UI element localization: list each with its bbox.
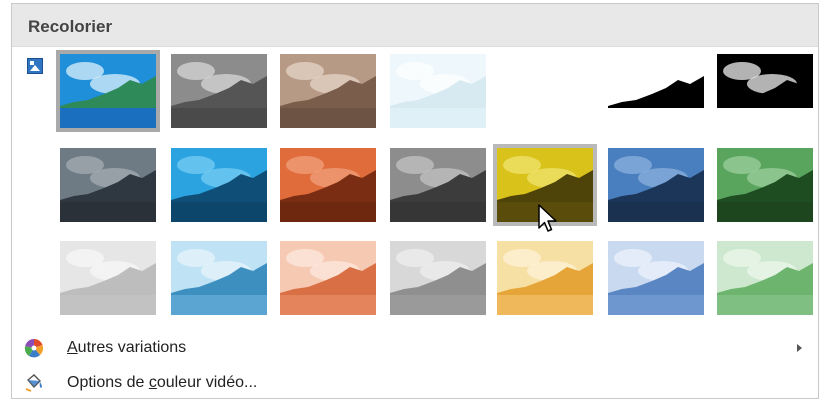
recolor-swatch-light-gray-2[interactable] — [390, 241, 486, 315]
recolor-swatch-light-green[interactable] — [717, 241, 813, 315]
recolor-swatch-dark-steel-blue[interactable] — [608, 148, 704, 222]
recolor-swatch-light-blue[interactable] — [171, 241, 267, 315]
swatch-landscape — [608, 263, 704, 315]
swatch-landscape — [497, 76, 593, 128]
recolor-swatch-black-white-75[interactable] — [717, 54, 813, 128]
recolor-swatch-light-steel-blue[interactable] — [608, 241, 704, 315]
recolor-swatch-dark-gray[interactable] — [60, 148, 156, 222]
recolor-swatch-black-white-25[interactable] — [497, 54, 593, 128]
recolor-swatch-washout[interactable] — [390, 54, 486, 128]
swatch-landscape — [171, 76, 267, 128]
swatch-landscape — [60, 263, 156, 315]
swatch-landscape — [171, 170, 267, 222]
recolor-swatch-light-gold[interactable] — [497, 241, 593, 315]
paint-bucket-icon — [24, 373, 44, 393]
recolor-swatch-no-recolor[interactable] — [56, 50, 160, 132]
recolor-swatch-dark-orange[interactable] — [280, 148, 376, 222]
video-color-options-label: Options de couleur vidéo... — [67, 374, 258, 391]
mouse-cursor-icon — [538, 204, 557, 232]
swatch-landscape — [390, 170, 486, 222]
swatch-landscape — [608, 76, 704, 128]
recolor-title: Recolorier — [28, 17, 113, 36]
recolor-swatch-light-orange[interactable] — [280, 241, 376, 315]
swatch-landscape — [280, 76, 376, 128]
recolor-gallery-panel: Recolorier Autres variations Options de … — [11, 3, 819, 399]
recolor-swatch-black-white-50[interactable] — [608, 54, 704, 128]
swatch-landscape — [280, 263, 376, 315]
recolor-swatch-dark-green[interactable] — [717, 148, 813, 222]
palette-icon — [24, 338, 44, 358]
swatch-landscape — [171, 263, 267, 315]
swatch-landscape — [390, 263, 486, 315]
picture-icon — [27, 58, 43, 74]
recolor-swatch-dark-gray-2[interactable] — [390, 148, 486, 222]
swatch-landscape — [60, 170, 156, 222]
recolor-swatch-light-gray[interactable] — [60, 241, 156, 315]
swatch-landscape — [390, 76, 486, 128]
more-variations-menu-item[interactable]: Autres variations — [12, 334, 818, 362]
submenu-arrow-icon — [797, 344, 802, 352]
swatch-landscape — [717, 263, 813, 315]
swatch-landscape — [497, 263, 593, 315]
recolor-swatch-sepia[interactable] — [280, 54, 376, 128]
swatch-landscape — [60, 76, 156, 128]
more-variations-label: Autres variations — [67, 339, 187, 356]
swatch-landscape — [280, 170, 376, 222]
recolor-swatch-grayscale[interactable] — [171, 54, 267, 128]
swatch-landscape — [717, 170, 813, 222]
video-color-options-menu-item[interactable]: Options de couleur vidéo... — [12, 369, 818, 397]
swatch-landscape — [717, 76, 813, 128]
swatch-landscape — [608, 170, 704, 222]
recolor-swatch-dark-blue[interactable] — [171, 148, 267, 222]
recolor-header: Recolorier — [12, 4, 818, 47]
